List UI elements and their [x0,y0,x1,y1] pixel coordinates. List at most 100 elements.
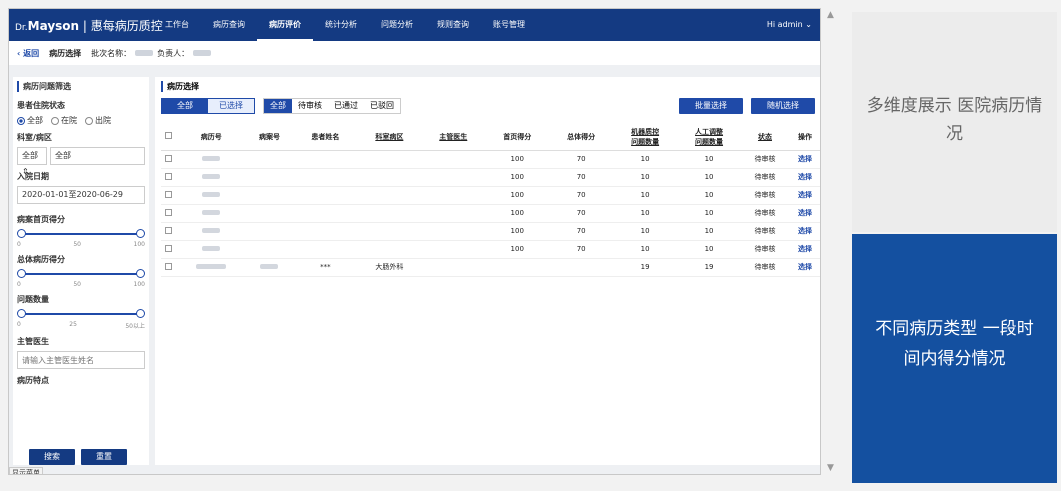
search-button[interactable]: 搜索 [29,449,75,465]
date-label: 入院日期 [17,172,49,181]
reset-button[interactable]: 重置 [81,449,127,465]
table-cell: 19 [677,258,741,277]
toggle-menu-button[interactable]: 显示菜单 [9,467,43,474]
table-cell [357,168,422,187]
table-cell: 70 [549,222,614,241]
select-all-checkbox[interactable] [165,132,173,140]
tick: 0 [17,241,21,248]
column-header[interactable]: 状态 [741,124,789,151]
logo-brand: Mayson [27,18,80,33]
nav-item[interactable]: 病历评价 [257,9,313,41]
slider-handle-min[interactable] [17,309,26,318]
nav-item[interactable]: 统计分析 [313,9,369,41]
owner-value-redacted [193,50,212,56]
column-header[interactable]: 机器质控 问题数量 [613,124,678,151]
page-scrollbar[interactable]: ▲ ▼ [824,8,840,475]
table-cell[interactable]: 选择 [788,222,820,241]
row-checkbox[interactable] [165,154,173,162]
table-cell[interactable]: 选择 [788,258,820,277]
table-cell: 10 [677,240,741,259]
doctor-input[interactable] [17,351,145,369]
scroll-up-icon[interactable]: ▲ [827,10,834,20]
app-screenshot: Dr.Mayson | 惠每病历质控 工作台 病历查询 病历评价 统计分析 问题分析 规则… [8,8,821,475]
score2-label: 总体病历得分 [17,255,65,264]
column-header[interactable]: 人工调整 问题数量 [677,124,741,151]
table-cell [549,258,614,277]
slider-handle-max[interactable] [136,269,145,278]
ward-select[interactable]: 全部 [50,147,145,165]
table-cell[interactable]: 选择 [788,204,820,223]
batch-select-button[interactable]: 批量选择 [679,98,743,114]
tab-selected[interactable]: 已选择 [208,99,254,113]
table-cell: 10 [677,204,741,223]
slider-handle-max[interactable] [136,309,145,318]
tab-all[interactable]: 全部 [162,99,208,113]
table-cell[interactable]: 选择 [788,168,820,187]
table-cell [245,240,294,259]
table-cell [176,186,246,205]
row-checkbox[interactable] [165,262,173,270]
nav-item[interactable]: 问题分析 [369,9,425,41]
nav-item[interactable]: 账号管理 [481,9,537,41]
table-cell[interactable]: 选择 [788,150,820,169]
score2-slider[interactable] [17,269,145,279]
row-checkbox[interactable] [165,244,173,252]
table-cell[interactable]: 选择 [788,240,820,259]
column-header: 病案号 [245,124,294,151]
table-row: 100 70 10 10 待审核 选择 [161,168,820,187]
status-tab-approved[interactable]: 已通过 [328,99,364,113]
column-header[interactable]: 主管医生 [421,124,486,151]
radio-all[interactable]: 全部 [17,115,43,126]
date-range-input[interactable]: 2020-01-01至2020-06-29 [17,186,145,204]
nav-item[interactable]: 规则查询 [425,9,481,41]
score1-slider[interactable] [17,229,145,239]
table-cell: 100 [485,240,550,259]
user-menu[interactable]: Hi admin ⌄ [767,9,812,41]
column-header-label: 首页得分 [503,132,532,141]
column-header: 总体得分 [549,124,614,151]
nav-item[interactable]: 工作台 [153,9,201,41]
status-tab-all[interactable]: 全部 [264,99,292,113]
table-cell: 70 [549,186,614,205]
column-header: 患者姓名 [293,124,358,151]
status-tab-pending[interactable]: 待审核 [292,99,328,113]
column-header[interactable]: 科室病区 [357,124,422,151]
main-title: 病历选择 [161,81,815,92]
nav-item[interactable]: 病历查询 [201,9,257,41]
table-cell: 待审核 [741,168,789,187]
table-cell [421,258,486,277]
table-cell: 70 [549,150,614,169]
issue-slider[interactable] [17,309,145,319]
table-row: *** 大肠外科 19 19 待审核 选择 [161,258,820,277]
radio-discharged[interactable]: 出院 [85,115,111,126]
table-cell [245,222,294,241]
dept-select[interactable]: 全部 ⇕ [17,147,47,176]
score1-ticks: 0 50 100 [17,241,145,248]
row-checkbox[interactable] [165,226,173,234]
radio-dot-icon [17,116,25,125]
row-checkbox[interactable] [165,208,173,216]
status-tab-rejected[interactable]: 已驳回 [364,99,400,113]
table-cell: 10 [613,240,678,259]
redacted-text [202,228,221,233]
back-link[interactable]: ‹ 返回 [17,48,39,59]
dept-label: 科室/病区 [17,133,52,142]
random-select-button[interactable]: 随机选择 [751,98,815,114]
slider-handle-min[interactable] [17,269,26,278]
checkbox-cell [161,150,177,169]
card2-text: 不同病历类型 一段时间内得分情况 [875,319,1034,369]
slider-handle-max[interactable] [136,229,145,238]
table-cell: 100 [485,168,550,187]
table-cell: 10 [613,168,678,187]
table-cell: 100 [485,204,550,223]
table-cell: 10 [677,186,741,205]
table-cell[interactable]: 选择 [788,186,820,205]
row-checkbox[interactable] [165,190,173,198]
checkbox-cell [161,168,177,187]
radio-in-hospital[interactable]: 在院 [51,115,77,126]
table-cell [421,186,486,205]
nav-menu: 工作台 病历查询 病历评价 统计分析 问题分析 规则查询 账号管理 [153,9,537,41]
row-checkbox[interactable] [165,172,173,180]
scroll-down-icon[interactable]: ▼ [827,463,834,473]
slider-handle-min[interactable] [17,229,26,238]
